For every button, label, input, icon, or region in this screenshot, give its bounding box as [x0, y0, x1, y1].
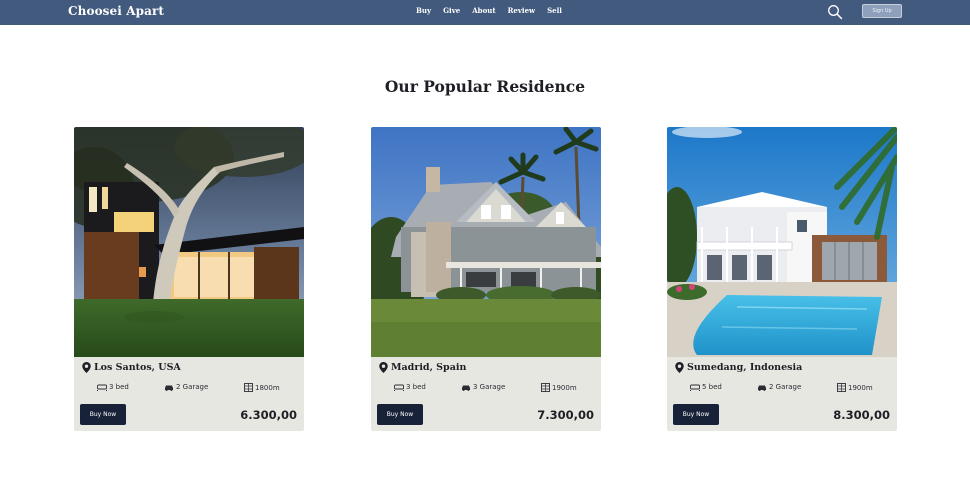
location: Los Santos, USA — [82, 362, 181, 373]
area-icon — [837, 383, 846, 392]
property-card-sumedang[interactable]: Sumedang, Indonesia 5 bed 2 Garage 1900m… — [667, 127, 897, 431]
feature-area: 1800m — [244, 383, 280, 392]
price: 8.300,00 — [833, 408, 890, 422]
nav-link-about[interactable]: About — [472, 6, 495, 15]
car-icon — [165, 385, 173, 391]
property-image-pool-house[interactable] — [667, 127, 897, 357]
car-icon — [462, 385, 470, 391]
garage-count: 2 Garage — [769, 383, 802, 391]
property-image-modern-house[interactable] — [74, 127, 304, 357]
feature-bed: 3 bed — [97, 383, 129, 391]
feature-area: 1900m — [541, 383, 577, 392]
price: 7.300,00 — [537, 408, 594, 422]
nav-link-sell[interactable]: Sell — [547, 6, 562, 15]
property-card-madrid[interactable]: Madrid, Spain 3 bed 3 Garage 1900m Buy N… — [371, 127, 601, 431]
sign-up-button[interactable]: Sign Up — [862, 4, 902, 18]
location-text: Sumedang, Indonesia — [687, 362, 803, 373]
search-button[interactable] — [827, 4, 843, 20]
location: Sumedang, Indonesia — [675, 362, 802, 373]
bed-icon — [394, 384, 404, 391]
area-size: 1900m — [848, 383, 873, 392]
map-pin-icon — [379, 362, 388, 373]
navbar: Choosei Apart Buy Give About Review Sell… — [0, 0, 970, 25]
feature-garage: 2 Garage — [757, 383, 801, 391]
nav-links: Buy Give About Review Sell — [416, 6, 574, 15]
section-title: Our Popular Residence — [384, 77, 586, 96]
area-size: 1800m — [255, 383, 280, 392]
nav-link-give[interactable]: Give — [443, 6, 460, 15]
map-pin-icon — [82, 362, 91, 373]
feature-garage: 3 Garage — [461, 383, 505, 391]
garage-count: 3 Garage — [473, 383, 506, 391]
car-icon — [758, 385, 766, 391]
feature-bed: 3 bed — [394, 383, 426, 391]
nav-link-review[interactable]: Review — [508, 6, 535, 15]
area-icon — [244, 383, 253, 392]
buy-now-button[interactable]: Buy Now — [673, 404, 719, 425]
buy-now-button[interactable]: Buy Now — [80, 404, 126, 425]
location: Madrid, Spain — [379, 362, 466, 373]
location-text: Madrid, Spain — [391, 362, 467, 373]
garage-count: 2 Garage — [176, 383, 209, 391]
property-image-gray-house[interactable] — [371, 127, 601, 357]
search-icon — [828, 5, 843, 20]
bed-icon — [97, 384, 107, 391]
bed-count: 3 bed — [406, 383, 426, 391]
map-pin-icon — [675, 362, 684, 373]
buy-now-button[interactable]: Buy Now — [377, 404, 423, 425]
location-text: Los Santos, USA — [94, 362, 181, 373]
feature-garage: 2 Garage — [164, 383, 208, 391]
price: 6.300,00 — [240, 408, 297, 422]
brand-logo[interactable]: Choosei Apart — [68, 4, 164, 18]
bed-icon — [690, 384, 700, 391]
property-card-los-santos[interactable]: Los Santos, USA 3 bed 2 Garage 1800m Buy… — [74, 127, 304, 431]
bed-count: 3 bed — [109, 383, 129, 391]
area-size: 1900m — [552, 383, 577, 392]
bed-count: 5 bed — [702, 383, 722, 391]
feature-bed: 5 bed — [690, 383, 722, 391]
feature-area: 1900m — [837, 383, 873, 392]
area-icon — [541, 383, 550, 392]
nav-link-buy[interactable]: Buy — [416, 6, 431, 15]
